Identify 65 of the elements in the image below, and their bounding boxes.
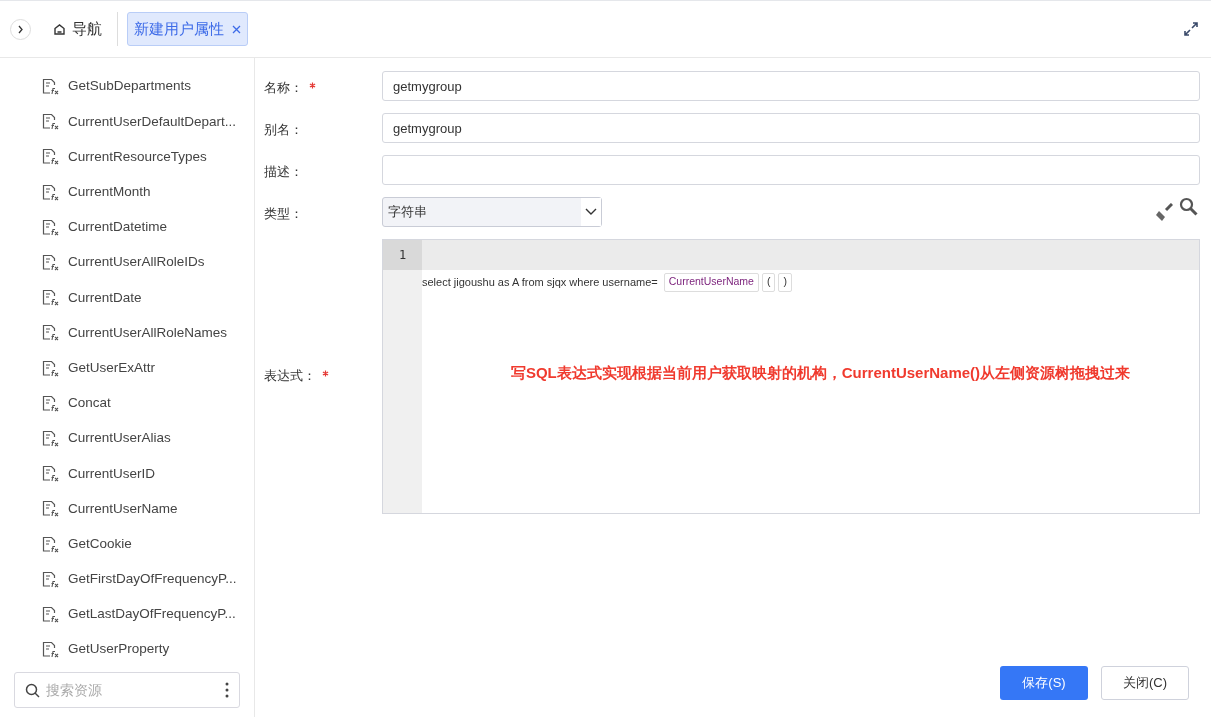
- function-icon: [42, 465, 59, 483]
- sidebar-item[interactable]: CurrentUserDefaultDepart...: [0, 104, 254, 140]
- chevron-right-icon: [17, 24, 24, 34]
- function-icon: [42, 218, 59, 236]
- function-icon: [42, 570, 59, 588]
- function-icon: [42, 394, 59, 412]
- sidebar-item[interactable]: CurrentDatetime: [0, 209, 254, 245]
- sidebar-item[interactable]: CurrentUserAllRoleNames: [0, 315, 254, 351]
- close-icon[interactable]: [232, 24, 241, 34]
- function-icon: [42, 148, 59, 166]
- field-label: 描述：: [264, 163, 303, 181]
- sidebar-item[interactable]: CurrentUserAllRoleIDs: [0, 244, 254, 281]
- function-icon: [42, 78, 59, 96]
- sidebar-item[interactable]: GetLastDayOfFrequencyP...: [0, 596, 254, 632]
- search-field[interactable]: 搜索资源: [14, 672, 240, 708]
- sidebar-item[interactable]: CurrentUserID: [0, 456, 254, 492]
- function-icon: [42, 289, 59, 307]
- field-label: 类型：: [264, 205, 303, 223]
- chevron-down-icon: [585, 208, 597, 216]
- code-editor[interactable]: 1 select jigoushu as A from sjqx where username= CurrentUserName ( ) 写SQL表达式实现根据当前用户获取映射的机构，CurrentUserName()从左侧资源树拖拽过来: [382, 239, 1200, 514]
- function-icon: [42, 113, 59, 131]
- function-icon: [42, 324, 59, 342]
- function-icon: [42, 254, 59, 272]
- sidebar-item[interactable]: GetUserExAttr: [0, 350, 254, 386]
- function-icon: [42, 359, 59, 377]
- sidebar-item[interactable]: GetFirstDayOfFrequencyP...: [0, 561, 254, 597]
- sidebar-item[interactable]: CurrentUserName: [0, 491, 254, 527]
- token-chip: (: [761, 272, 776, 292]
- tab[interactable]: 导航: [47, 12, 108, 46]
- token-chip: ): [778, 272, 792, 292]
- token-chip: CurrentUserName: [663, 272, 759, 292]
- sidebar-item[interactable]: GetSubDepartments: [0, 69, 254, 105]
- fullscreen-icon[interactable]: [1183, 21, 1199, 37]
- function-icon: [42, 183, 59, 201]
- line-number: 1: [383, 240, 422, 270]
- sidebar-item[interactable]: CurrentMonth: [0, 174, 254, 210]
- sidebar-item[interactable]: GetCookie: [0, 526, 254, 562]
- more-options-icon[interactable]: [225, 682, 229, 698]
- function-icon: [42, 641, 59, 659]
- brush-icon[interactable]: [1155, 203, 1173, 222]
- home-icon: [53, 22, 66, 36]
- text-field[interactable]: getmygroup: [382, 71, 1200, 101]
- search-icon: [25, 682, 40, 698]
- save-button[interactable]: 保存(S): [1000, 666, 1088, 700]
- sidebar-item[interactable]: CurrentUserAlias: [0, 420, 254, 457]
- search-icon[interactable]: [1179, 197, 1199, 217]
- text-field[interactable]: getmygroup: [382, 113, 1200, 143]
- code-text: select jigoushu as A from sjqx where username=: [422, 274, 658, 290]
- sidebar-item[interactable]: CurrentResourceTypes: [0, 139, 254, 175]
- sidebar-item[interactable]: GetUserProperty: [0, 632, 254, 668]
- function-icon: [42, 500, 59, 518]
- text-field[interactable]: [382, 155, 1200, 185]
- field-label: 名称：: [264, 79, 303, 97]
- field-label: 表达式：: [264, 367, 316, 385]
- tab[interactable]: 新建用户属性: [127, 12, 248, 46]
- sidebar-item[interactable]: Concat: [0, 385, 254, 421]
- function-icon: [42, 535, 59, 553]
- type-dropdown[interactable]: 字符串: [382, 197, 602, 227]
- annotation-text: 写SQL表达式实现根据当前用户获取映射的机构，CurrentUserName()从左侧资源树拖拽过来: [509, 363, 1132, 383]
- sidebar-item[interactable]: CurrentDate: [0, 280, 254, 316]
- close-button[interactable]: 关闭(C): [1101, 666, 1189, 700]
- function-icon: [42, 429, 59, 447]
- field-label: 别名：: [264, 121, 303, 139]
- search-input[interactable]: 搜索资源: [46, 679, 219, 701]
- function-icon: [42, 605, 59, 623]
